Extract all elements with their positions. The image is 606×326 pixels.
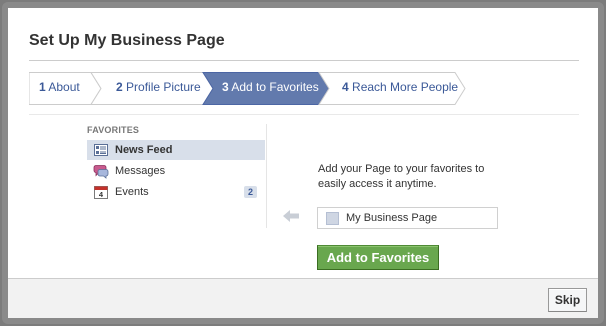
step-label: Reach More People xyxy=(352,80,459,94)
step-label: Add to Favorites xyxy=(231,80,319,94)
setup-dialog: Set Up My Business Page 1 About 2 Profil… xyxy=(2,2,604,324)
favorites-item-news-feed[interactable]: News Feed xyxy=(87,140,265,160)
page-name: My Business Page xyxy=(346,212,438,224)
favorites-divider xyxy=(266,124,267,228)
page-preview: My Business Page xyxy=(317,207,498,229)
step-reach-more-people[interactable]: 4 Reach More People xyxy=(342,72,458,105)
arrow-left-icon xyxy=(283,210,299,222)
step-profile-picture[interactable]: 2 Profile Picture xyxy=(116,72,201,105)
wizard-steps: 1 About 2 Profile Picture 3 Add to Favor… xyxy=(29,72,579,105)
step-number: 1 xyxy=(39,80,46,94)
page-flag-icon xyxy=(326,212,339,225)
step-number: 2 xyxy=(116,80,123,94)
favorites-heading: FAVORITES xyxy=(87,125,140,135)
calendar-icon: 4 xyxy=(94,186,108,199)
favorites-item-messages[interactable]: Messages xyxy=(87,161,265,181)
dialog-footer: Skip xyxy=(8,278,598,318)
favorites-item-label: News Feed xyxy=(115,144,173,156)
steps-divider xyxy=(29,114,579,115)
step-number: 4 xyxy=(342,80,349,94)
dialog-title: Set Up My Business Page xyxy=(29,32,225,49)
news-feed-icon xyxy=(94,144,108,156)
step-about[interactable]: 1 About xyxy=(39,72,80,105)
favorites-description: Add your Page to your favorites to easil… xyxy=(318,163,485,190)
step-label: About xyxy=(48,80,80,94)
favorites-item-label: Events xyxy=(115,186,149,198)
messages-icon xyxy=(93,165,109,179)
step-number: 3 xyxy=(222,80,229,94)
favorites-item-events[interactable]: 4 Events 2 xyxy=(87,182,265,202)
skip-button[interactable]: Skip xyxy=(548,288,587,312)
add-to-favorites-button[interactable]: Add to Favorites xyxy=(317,245,439,270)
step-label: Profile Picture xyxy=(126,80,201,94)
dialog-body: Set Up My Business Page 1 About 2 Profil… xyxy=(8,8,598,318)
favorites-item-label: Messages xyxy=(115,165,166,177)
step-add-to-favorites[interactable]: 3 Add to Favorites xyxy=(222,72,319,105)
events-count-badge: 2 xyxy=(243,186,257,198)
title-divider xyxy=(29,60,579,61)
